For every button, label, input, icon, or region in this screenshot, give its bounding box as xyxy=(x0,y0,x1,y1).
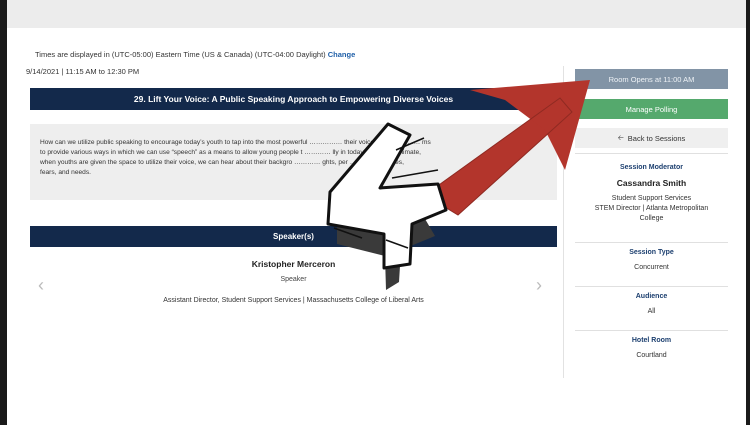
red-arrow-icon xyxy=(424,80,590,216)
annotation-overlay xyxy=(326,80,590,290)
hand-drawn-4-icon xyxy=(326,122,448,290)
